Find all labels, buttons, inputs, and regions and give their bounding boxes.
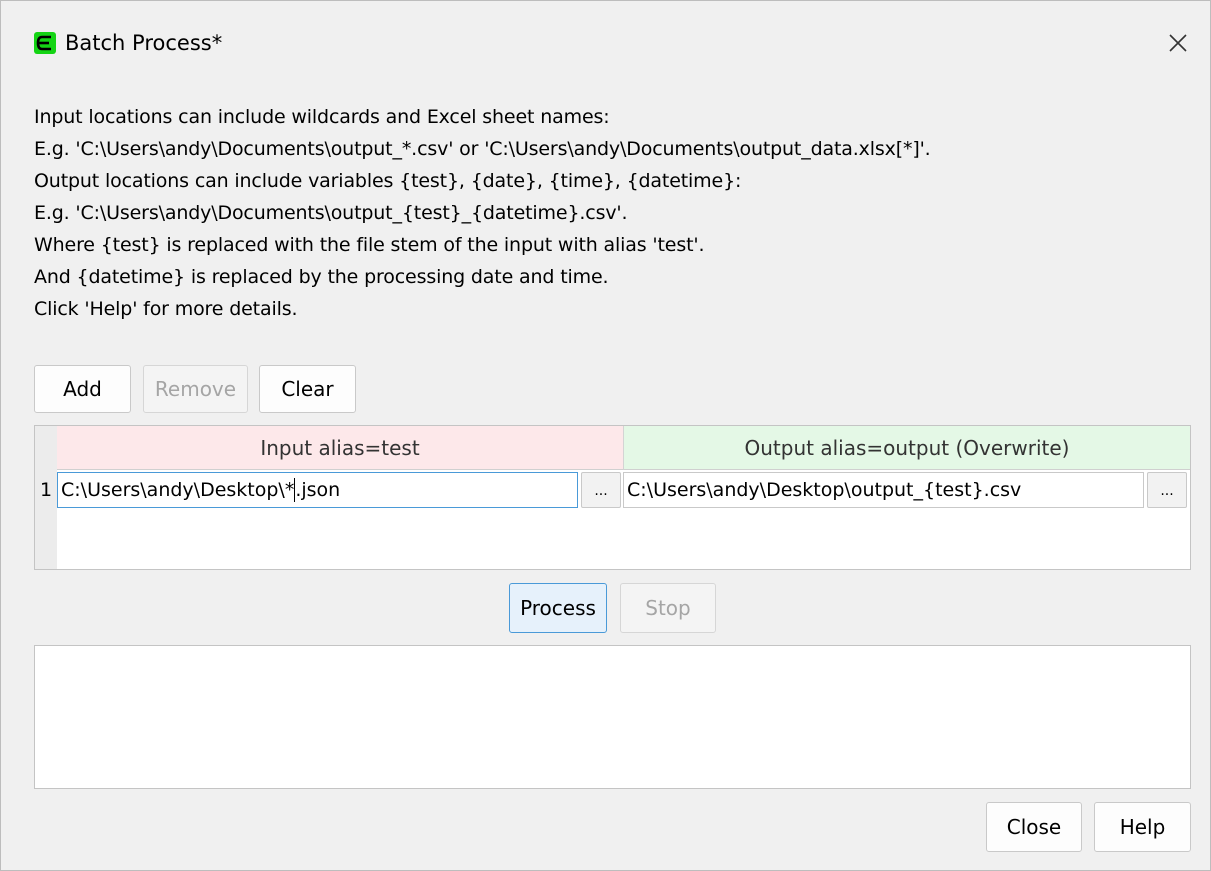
stop-button[interactable]: Stop	[620, 583, 716, 633]
input-output-table: Input alias=test Output alias=output (Ov…	[34, 425, 1191, 570]
help-button[interactable]: Help	[1094, 802, 1191, 852]
process-button[interactable]: Process	[509, 583, 607, 633]
instruction-line: E.g. 'C:\Users\andy\Documents\output_{te…	[34, 202, 628, 224]
clear-button[interactable]: Clear	[259, 365, 356, 413]
add-button[interactable]: Add	[34, 365, 131, 413]
close-icon[interactable]	[1163, 28, 1193, 58]
instruction-line: Click 'Help' for more details.	[34, 298, 298, 320]
row-number: 1	[39, 479, 53, 501]
output-location-field[interactable]: C:\Users\andy\Desktop\output_{test}.csv	[623, 472, 1144, 508]
close-button[interactable]: Close	[986, 802, 1082, 852]
instruction-line: Input locations can include wildcards an…	[34, 106, 610, 128]
input-text-before-caret: C:\Users\andy\Desktop\*	[61, 479, 295, 501]
output-browse-button[interactable]: ...	[1147, 472, 1187, 508]
title-bar: Batch Process*	[1, 1, 1210, 81]
instruction-line: And {datetime} is replaced by the proces…	[34, 266, 609, 288]
remove-button[interactable]: Remove	[143, 365, 248, 413]
window-title: Batch Process*	[65, 31, 223, 55]
input-browse-button[interactable]: ...	[581, 472, 621, 508]
batch-process-dialog: Batch Process* Input locations can inclu…	[0, 0, 1211, 871]
instruction-line: E.g. 'C:\Users\andy\Documents\output_*.c…	[34, 138, 931, 160]
input-column-header: Input alias=test	[57, 426, 623, 470]
output-log-area[interactable]	[34, 645, 1191, 789]
instruction-line: Output locations can include variables {…	[34, 170, 742, 192]
instruction-line: Where {test} is replaced with the file s…	[34, 234, 705, 256]
output-column-header: Output alias=output (Overwrite)	[623, 426, 1190, 470]
instructions-text: Input locations can include wildcards an…	[34, 101, 1194, 325]
green-e-logo-icon	[34, 32, 56, 54]
input-text-after-caret: .json	[295, 479, 341, 501]
input-location-field[interactable]: C:\Users\andy\Desktop\* .json	[57, 472, 578, 508]
